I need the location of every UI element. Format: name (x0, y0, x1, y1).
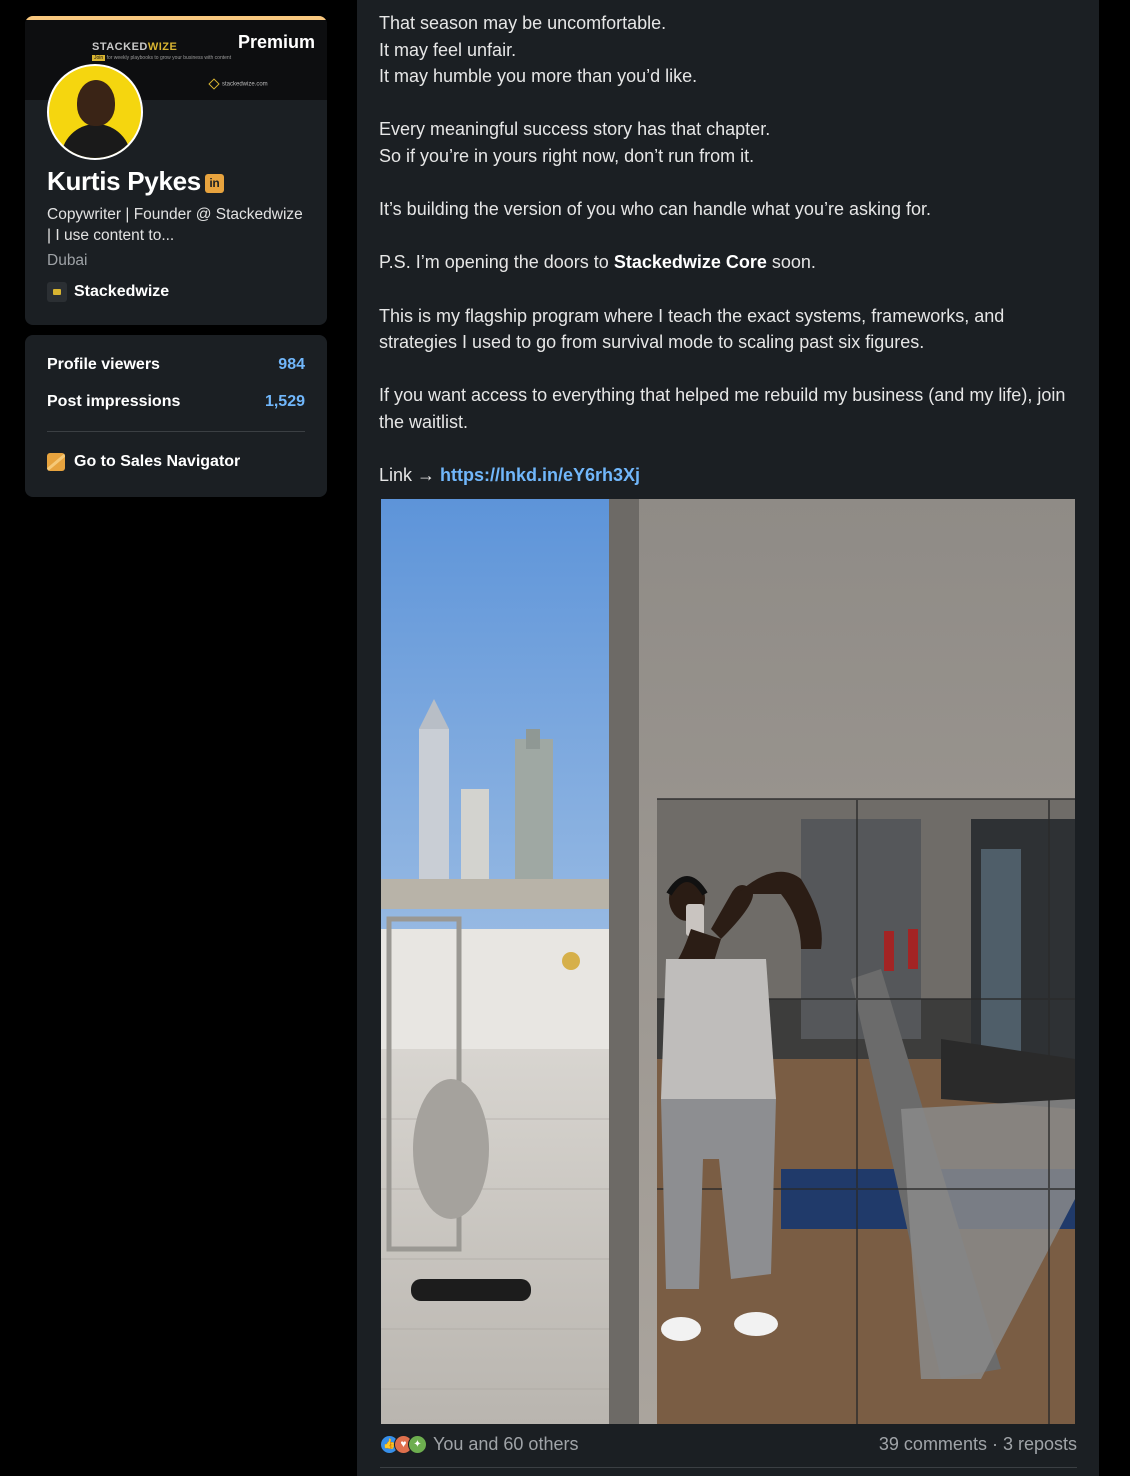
stat-label: Profile viewers (47, 356, 160, 373)
company-logo-icon (47, 282, 67, 302)
insightful-icon: ✦ (408, 1435, 427, 1454)
company-name: Stackedwize (74, 283, 170, 300)
company-link[interactable]: Stackedwize (47, 282, 169, 302)
social-counts: 👍 ♥ ✦ You and 60 others 39 comments · 3 … (380, 1434, 1077, 1455)
profile-name-text: Kurtis Pykes (47, 166, 201, 196)
reactions-text: You and 60 others (433, 1434, 579, 1454)
post-line: That season may be uncomfortable. (379, 13, 667, 33)
post-line: So if you’re in yours right now, don’t r… (379, 145, 755, 166)
profile-card: STACKEDWIZE Join for weekly playbooks to… (25, 16, 327, 325)
sales-navigator-label: Go to Sales Navigator (74, 453, 241, 470)
profile-location: Dubai (47, 252, 88, 269)
post-line: It’s building the version of you who can… (379, 199, 932, 220)
post-line: Every meaningful success story has that … (379, 119, 771, 140)
stat-value: 984 (278, 356, 305, 373)
post-line: It may humble you more than you’d like. (379, 66, 698, 87)
post-image[interactable] (381, 499, 1075, 1424)
post-line: Link → https://lnkd.in/eY6rh3Xj (379, 465, 641, 486)
sales-navigator-icon (47, 453, 65, 471)
program-name: Stackedwize Core (613, 252, 767, 273)
stats-card: Profile viewers 984 Post impressions 1,5… (25, 335, 327, 497)
reaction-icons: 👍 ♥ ✦ (380, 1435, 427, 1454)
post-line: This is my flagship program where I teac… (379, 305, 1005, 353)
premium-label: Premium (237, 32, 315, 52)
feed-post: That season may be uncomfortable. It may… (357, 0, 1099, 1476)
stat-value: 1,529 (264, 393, 305, 410)
post-line: If you want access to everything that he… (379, 385, 1066, 432)
profile-name[interactable]: Kurtis Pykes in (47, 166, 224, 197)
avatar-head (77, 80, 115, 126)
post-body: That season may be uncomfortable. It may… (379, 10, 1079, 489)
banner-brand: STACKEDWIZE (92, 41, 178, 53)
post-line: P.S. I’m opening the doors to Stackedwiz… (379, 252, 816, 273)
divider (380, 1467, 1077, 1468)
post-line: It may feel unfair. (379, 39, 517, 60)
gym-selfie-illustration (381, 499, 1075, 1424)
linkedin-premium-icon: in (204, 174, 224, 193)
avatar-body (61, 124, 131, 158)
sales-navigator-link[interactable]: Go to Sales Navigator (47, 453, 240, 471)
banner-tagline: Join for weekly playbooks to grow your b… (92, 55, 232, 61)
divider (47, 431, 305, 432)
banner-url: stackedwize.com (208, 78, 268, 90)
stat-post-impressions[interactable]: Post impressions 1,529 (47, 393, 305, 411)
reactions-summary[interactable]: 👍 ♥ ✦ You and 60 others (380, 1434, 578, 1455)
stat-profile-viewers[interactable]: Profile viewers 984 (47, 356, 305, 374)
avatar[interactable] (47, 64, 143, 160)
profile-headline: Copywriter | Founder @ Stackedwize | I u… (47, 206, 303, 244)
stat-label: Post impressions (47, 393, 181, 410)
stackedwize-logo-icon (208, 78, 220, 90)
post-link[interactable]: https://lnkd.in/eY6rh3Xj (440, 465, 640, 485)
comments-reposts[interactable]: 39 comments · 3 reposts (879, 1434, 1077, 1455)
